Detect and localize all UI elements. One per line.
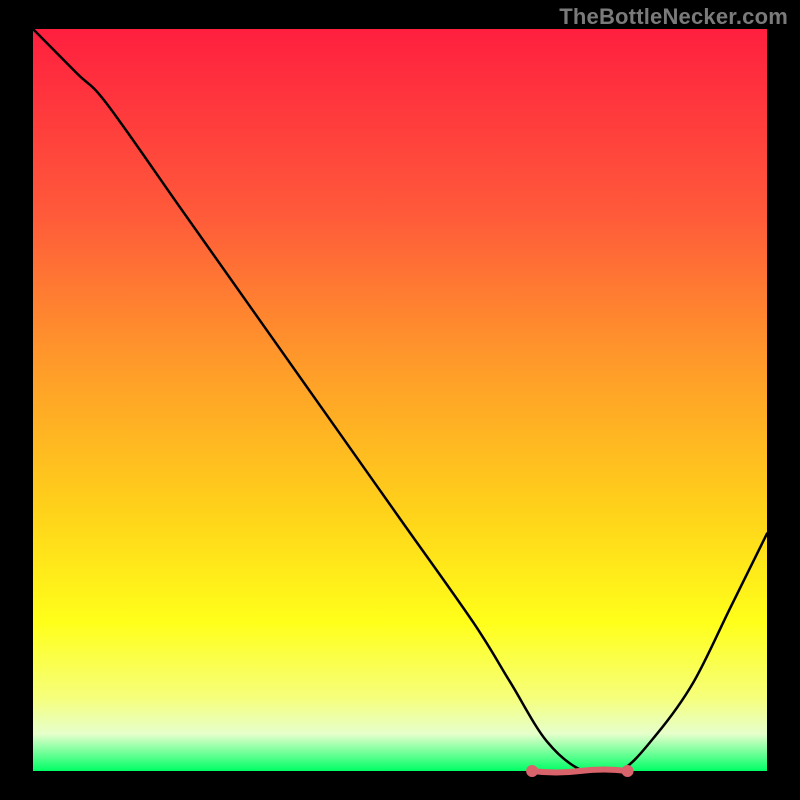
chart-frame: TheBottleNecker.com [0, 0, 800, 800]
watermark-text: TheBottleNecker.com [559, 4, 788, 30]
plot-background [33, 29, 767, 771]
bottleneck-chart [0, 0, 800, 800]
